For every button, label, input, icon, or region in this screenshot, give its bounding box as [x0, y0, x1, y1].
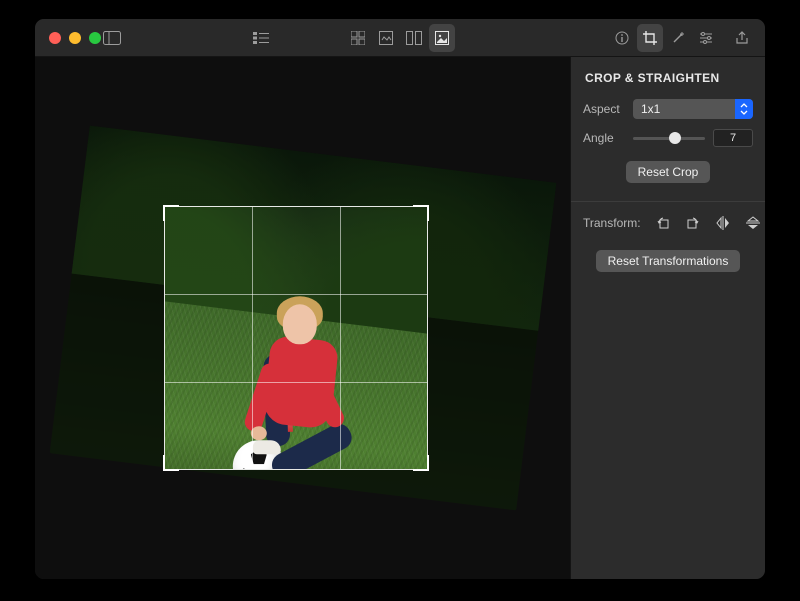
grid-line: [165, 382, 427, 383]
share-button[interactable]: [729, 24, 755, 52]
crop-handle-top-right[interactable]: [413, 205, 429, 221]
crop-handle-bottom-right[interactable]: [413, 455, 429, 471]
full-view-button[interactable]: [429, 24, 455, 52]
titlebar: [35, 19, 765, 57]
aspect-value: 1x1: [641, 102, 660, 116]
angle-field[interactable]: 7: [713, 129, 753, 147]
crop-panel: CROP & STRAIGHTEN Aspect 1x1 Angle: [570, 57, 765, 579]
info-button[interactable]: [609, 24, 635, 52]
magic-tool-button[interactable]: [665, 24, 691, 52]
flip-vertical-icon[interactable]: [745, 214, 761, 232]
list-view-button[interactable]: [253, 24, 269, 52]
angle-row: Angle 7: [583, 129, 753, 147]
reset-crop-button[interactable]: Reset Crop: [626, 161, 711, 183]
angle-slider[interactable]: [633, 137, 705, 140]
crop-tool-button[interactable]: [637, 24, 663, 52]
rotate-ccw-icon[interactable]: [655, 214, 671, 232]
transform-row: Transform:: [583, 214, 753, 232]
grid-view-button[interactable]: [345, 24, 371, 52]
grid-line: [340, 207, 341, 469]
angle-label: Angle: [583, 131, 625, 145]
crop-frame[interactable]: [165, 207, 427, 469]
minimize-window-button[interactable]: [69, 32, 81, 44]
aspect-row: Aspect 1x1: [583, 99, 753, 119]
aspect-select[interactable]: 1x1: [633, 99, 753, 119]
crop-preview: [165, 207, 427, 469]
photo-subject: [261, 328, 381, 469]
adjust-button[interactable]: [693, 24, 719, 52]
aspect-label: Aspect: [583, 102, 625, 116]
compare-view-button[interactable]: [401, 24, 427, 52]
panel-title: CROP & STRAIGHTEN: [585, 71, 753, 85]
toolbar-right: [609, 24, 755, 52]
canvas-area[interactable]: [35, 57, 570, 579]
window-controls: [49, 32, 101, 44]
rotate-cw-icon[interactable]: [685, 214, 701, 232]
single-view-button[interactable]: [373, 24, 399, 52]
grid-line: [165, 294, 427, 295]
crop-handle-bottom-left[interactable]: [163, 455, 179, 471]
app-window: CROP & STRAIGHTEN Aspect 1x1 Angle: [34, 18, 766, 580]
grid-line: [252, 207, 253, 469]
panel-divider: [571, 201, 765, 202]
flip-horizontal-icon[interactable]: [715, 214, 731, 232]
view-mode-group: [345, 24, 455, 52]
fullscreen-window-button[interactable]: [89, 32, 101, 44]
close-window-button[interactable]: [49, 32, 61, 44]
crop-handle-top-left[interactable]: [163, 205, 179, 221]
transform-label: Transform:: [583, 216, 641, 230]
reset-transformations-button[interactable]: Reset Transformations: [596, 250, 741, 272]
app-body: CROP & STRAIGHTEN Aspect 1x1 Angle: [35, 57, 765, 579]
slider-thumb[interactable]: [669, 132, 681, 144]
dropdown-caret-icon: [735, 99, 753, 119]
toggle-sidebar-button[interactable]: [103, 24, 121, 52]
